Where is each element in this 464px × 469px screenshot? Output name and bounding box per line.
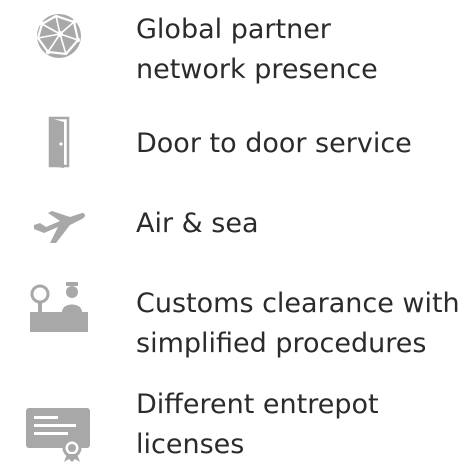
feature-label-line: Global partner [136, 14, 331, 45]
feature-label-line: Door to door service [136, 128, 412, 159]
feature-label: Customs clearance with simplified proced… [136, 284, 460, 364]
globe-network-icon [22, 6, 96, 66]
feature-label-line: network presence [136, 54, 378, 85]
feature-label: Air & sea [136, 204, 456, 244]
feature-label-line: simplified procedures [136, 328, 427, 359]
customs-officer-icon [22, 276, 96, 336]
feature-label-line: Air & sea [136, 208, 259, 239]
feature-label-line: Customs clearance with [136, 288, 460, 319]
feature-label: Different entrepot licenses [136, 385, 456, 465]
door-icon [22, 112, 96, 172]
airplane-icon [22, 195, 96, 255]
feature-label: Global partner network presence [136, 10, 456, 90]
feature-label-line: licenses [136, 429, 245, 460]
feature-label: Door to door service [136, 124, 456, 164]
feature-label-line: Different entrepot [136, 389, 379, 420]
certificate-icon [22, 402, 96, 462]
